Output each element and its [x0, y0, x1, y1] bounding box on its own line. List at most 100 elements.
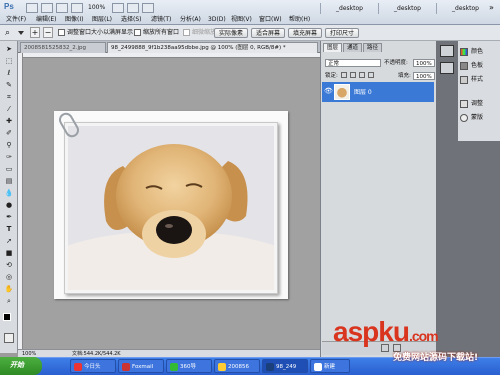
menu-layer[interactable]: 图层(L)	[92, 15, 112, 24]
dock-item-masks[interactable]: 蒙版	[460, 112, 500, 124]
zoom-readout[interactable]: 100%	[88, 4, 105, 11]
marquee-tool-icon[interactable]: ⬚	[3, 57, 15, 66]
zoom-tool-icon[interactable]: ⌕	[3, 297, 15, 306]
eye-icon[interactable]: 👁	[324, 87, 333, 95]
brush-tool-icon[interactable]: ✐	[3, 129, 15, 138]
dock-item-adjustments-label: 调整	[471, 100, 484, 107]
swatches-icon	[460, 61, 468, 70]
ruler-left	[18, 53, 23, 349]
dodge-tool-icon[interactable]: ●	[3, 201, 15, 210]
bridge-icon[interactable]	[26, 3, 38, 13]
taskbar-item-1-label: 今日头	[84, 364, 101, 370]
taskbar-item-5-label: 98_249	[276, 364, 297, 370]
document-tab-2[interactable]: 98_2499888_9f1b238aa95dbbe.jpg @ 100% (图…	[107, 42, 318, 53]
resize-windows-checkbox[interactable]	[58, 29, 65, 36]
tab-layers[interactable]: 图层	[323, 43, 343, 52]
quick-mask-icon[interactable]	[4, 333, 14, 343]
dock-item-styles[interactable]: 样式	[460, 74, 500, 86]
arrange-documents-icon[interactable]	[142, 3, 154, 13]
crop-tool-icon[interactable]: ⌗	[3, 93, 15, 102]
pen-tool-icon[interactable]: ✒	[3, 213, 15, 222]
menu-window[interactable]: 窗口(W)	[259, 15, 282, 24]
opacity-input[interactable]: 100%	[413, 59, 435, 67]
menu-analysis[interactable]: 分析(A)	[180, 15, 201, 24]
taskbar-item-5[interactable]: 98_249	[262, 359, 308, 373]
blur-tool-icon[interactable]: 💧	[3, 189, 15, 198]
3d-orbit-tool-icon[interactable]: ◎	[3, 273, 15, 282]
menu-image[interactable]: 图像(I)	[65, 15, 83, 24]
taskbar-item-6[interactable]: 新建	[310, 359, 350, 373]
puppy-photo	[68, 126, 274, 290]
lock-position-icon[interactable]	[359, 72, 365, 78]
lasso-tool-icon[interactable]: ℓ	[3, 69, 15, 78]
menu-select[interactable]: 选择(S)	[121, 15, 142, 24]
fill-input[interactable]: 100%	[413, 72, 435, 80]
print-size-button[interactable]: 打印尺寸	[325, 28, 360, 38]
tab-channels[interactable]: 通道	[343, 43, 363, 52]
hand-tool-icon[interactable]	[112, 3, 124, 13]
zoom-in-icon[interactable]: +	[30, 27, 40, 38]
rotate-view-icon[interactable]	[127, 3, 139, 13]
menu-file[interactable]: 文件(F)	[6, 15, 26, 24]
fill-screen-button[interactable]: 填充屏幕	[288, 28, 323, 38]
clone-stamp-tool-icon[interactable]: ⚲	[3, 141, 15, 150]
healing-brush-tool-icon[interactable]: ✚	[3, 117, 15, 126]
lock-all-icon[interactable]	[368, 72, 374, 78]
scrubby-zoom-checkbox[interactable]	[183, 29, 190, 36]
mini-bridge-icon[interactable]	[41, 3, 53, 13]
toutiao-icon	[74, 363, 82, 371]
layer-thumbnail	[334, 84, 350, 100]
taskbar-item-2[interactable]: Foxmail	[118, 359, 164, 373]
3d-rotate-tool-icon[interactable]: ⟲	[3, 261, 15, 270]
document-tab-1[interactable]: 2008581525832_2.jpg	[20, 42, 106, 53]
watermark-logo: aspku.com	[333, 316, 493, 347]
eraser-tool-icon[interactable]: ▭	[3, 165, 15, 174]
move-tool-icon[interactable]: ➤	[3, 45, 15, 54]
fit-screen-button[interactable]: 适合屏幕	[251, 28, 286, 38]
taskbar-item-3[interactable]: 360导	[166, 359, 212, 373]
zoom-all-checkbox[interactable]	[134, 29, 141, 36]
quick-select-tool-icon[interactable]: ✎	[3, 81, 15, 90]
gradient-tool-icon[interactable]: ▤	[3, 177, 15, 186]
workspace-tab-2[interactable]: _desktop	[378, 3, 436, 14]
type-tool-icon[interactable]: T	[3, 225, 15, 234]
actions-icon[interactable]	[440, 62, 454, 74]
menu-filter[interactable]: 滤镜(T)	[151, 15, 171, 24]
hand-tool-icon[interactable]: ✋	[3, 285, 15, 294]
menu-edit[interactable]: 编辑(E)	[36, 15, 56, 24]
taskbar-item-1[interactable]: 今日头	[70, 359, 116, 373]
menu-help[interactable]: 帮助(H)	[289, 15, 310, 24]
zoom-out-icon[interactable]: −	[43, 27, 53, 38]
zoom-level-icon[interactable]	[71, 3, 83, 13]
view-extras-icon[interactable]	[56, 3, 68, 13]
dock-item-swatches[interactable]: 色板	[460, 60, 500, 72]
photoshop-icon	[266, 363, 274, 371]
eyedropper-tool-icon[interactable]: ⁄	[3, 105, 15, 114]
lock-transparency-icon[interactable]	[341, 72, 347, 78]
lock-pixels-icon[interactable]	[350, 72, 356, 78]
foreground-color-swatch[interactable]	[3, 313, 11, 321]
start-button[interactable]: 开始	[0, 357, 42, 375]
history-brush-tool-icon[interactable]: ✑	[3, 153, 15, 162]
dock-item-adjustments[interactable]: 调整	[460, 98, 500, 110]
dock-item-color[interactable]: 颜色	[460, 46, 500, 58]
zoom-tool-icon[interactable]: ⌕	[5, 28, 15, 38]
menu-3d[interactable]: 3D(D)	[208, 15, 226, 24]
layer-row-selected[interactable]: 👁 图层 0	[322, 82, 434, 102]
photoshop-logo: Ps	[4, 2, 14, 11]
blend-mode-select[interactable]: 正常	[325, 59, 381, 67]
document-icon	[314, 363, 322, 371]
history-icon[interactable]	[440, 45, 454, 57]
actual-pixels-button[interactable]: 实际像素	[214, 28, 249, 38]
more-workspaces-icon[interactable]: »	[486, 2, 497, 13]
shape-tool-icon[interactable]: ■	[3, 249, 15, 258]
chevron-down-icon[interactable]	[18, 31, 24, 35]
taskbar-item-4[interactable]: 200856	[214, 359, 260, 373]
color-icon	[460, 47, 468, 56]
taskbar-item-3-label: 360导	[180, 364, 196, 370]
workspace-tab-1[interactable]: _desktop	[320, 3, 378, 14]
menu-view[interactable]: 视图(V)	[231, 15, 252, 24]
layer-name[interactable]: 图层 0	[354, 87, 372, 96]
path-selection-tool-icon[interactable]: ➚	[3, 237, 15, 246]
tab-paths[interactable]: 路径	[363, 43, 383, 52]
